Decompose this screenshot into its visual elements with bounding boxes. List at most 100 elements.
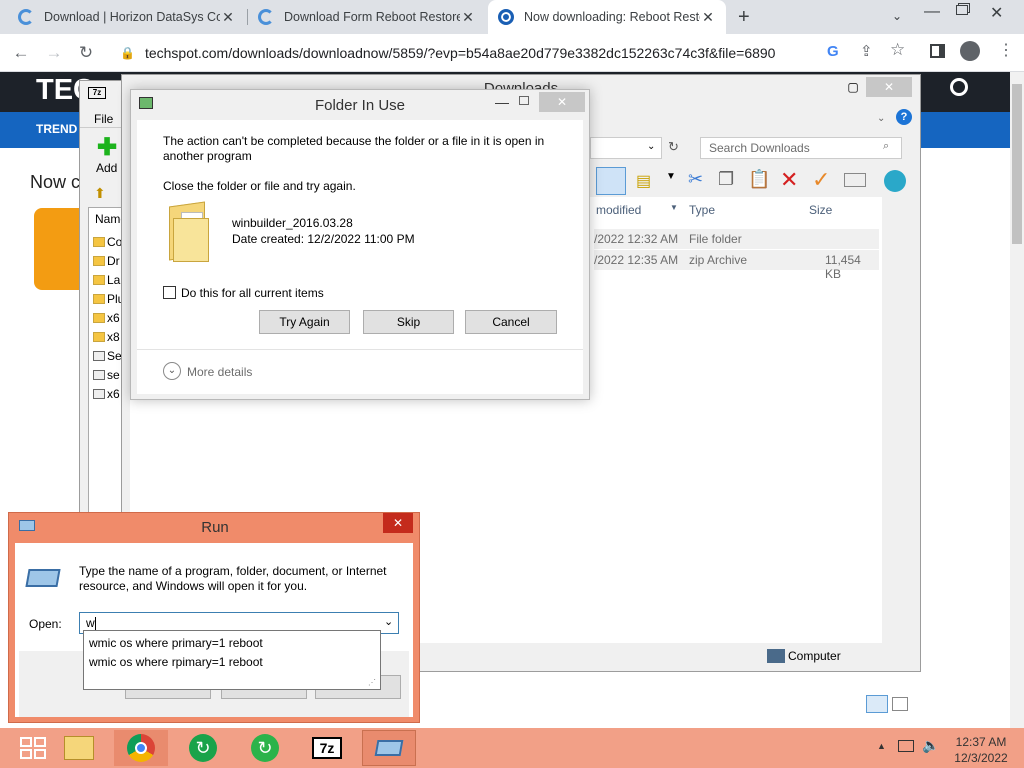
refresh-icon[interactable]: ↻: [668, 139, 679, 155]
do-for-all-label[interactable]: Do this for all current items: [181, 286, 324, 300]
minimize-icon[interactable]: —: [924, 3, 940, 21]
run-taskbar-icon[interactable]: [362, 730, 416, 766]
autocomplete-list[interactable]: wmic os where primary=1 reboot wmic os w…: [83, 630, 381, 690]
chrome-taskbar-icon[interactable]: [114, 730, 168, 766]
file-icon: [93, 350, 105, 361]
item-label: se: [107, 367, 120, 382]
row-type: zip Archive: [689, 253, 748, 267]
profile-avatar-icon[interactable]: [960, 41, 980, 61]
cut-icon[interactable]: ✂: [688, 169, 703, 190]
dialog-maximize-icon[interactable]: [519, 96, 529, 105]
tab-reboot-restore-form[interactable]: Download Form Reboot Restore ✕: [248, 0, 486, 34]
paste-icon[interactable]: 📋: [748, 169, 770, 190]
tab-horizon-download[interactable]: Download | Horizon DataSys Cor ✕: [8, 0, 246, 34]
clock-date: 12/3/2022: [954, 751, 1008, 765]
more-details-link[interactable]: More details: [187, 365, 252, 379]
tab-search-chevron-icon[interactable]: ⌄: [892, 9, 902, 23]
add-plus-icon[interactable]: ✚: [97, 133, 117, 162]
search-downloads-input[interactable]: Search Downloads ⌕: [700, 137, 902, 159]
dialog-minimize-icon[interactable]: —: [495, 94, 509, 110]
do-for-all-checkbox[interactable]: [163, 286, 176, 299]
help-icon[interactable]: ?: [896, 109, 912, 125]
scrollbar-thumb[interactable]: [1012, 84, 1022, 244]
up-folder-icon[interactable]: ⬆: [94, 185, 106, 202]
extract-dropdown-icon[interactable]: ▼: [666, 171, 676, 182]
properties-globe-icon[interactable]: [884, 170, 906, 192]
close-tab-icon[interactable]: ✕: [460, 9, 476, 26]
close-window-icon[interactable]: ✕: [990, 3, 1003, 23]
autocomplete-item[interactable]: wmic os where primary=1 reboot: [89, 636, 263, 650]
sevenzip-taskbar-icon[interactable]: 7z: [300, 730, 354, 766]
run-dialog[interactable]: Run ✕ Type the name of a program, folder…: [8, 512, 420, 723]
file-row-folder[interactable]: /2022 12:32 AM File folder: [594, 229, 879, 249]
address-bar[interactable]: 🔒 techspot.com/downloads/downloadnow/585…: [110, 38, 822, 68]
reload-icon[interactable]: ↻: [75, 42, 97, 64]
restore-icon[interactable]: [956, 5, 968, 15]
volume-icon[interactable]: 🔈: [922, 737, 939, 754]
ribbon-expand-icon[interactable]: ⌄: [877, 113, 885, 124]
file-row-zip[interactable]: /2022 12:35 AM zip Archive 11,454 KB: [594, 250, 879, 281]
column-type[interactable]: Type: [689, 203, 715, 217]
folder-icon: [167, 198, 213, 262]
close-tab-icon[interactable]: ✕: [700, 9, 716, 26]
item-label: Se: [107, 348, 122, 363]
back-arrow-icon[interactable]: ←: [10, 42, 32, 64]
close-tab-icon[interactable]: ✕: [220, 9, 236, 26]
try-again-button[interactable]: Try Again: [259, 310, 350, 334]
side-panel-icon[interactable]: [930, 44, 945, 58]
details-view-icon[interactable]: [866, 695, 888, 713]
chrome-menu-icon[interactable]: ⋮: [998, 40, 1014, 60]
windows-start-icon[interactable]: [20, 737, 48, 759]
skip-button[interactable]: Skip: [363, 310, 454, 334]
delete-icon[interactable]: ✕: [780, 167, 798, 193]
site-search-icon[interactable]: [950, 78, 968, 96]
folder-icon: [93, 255, 105, 266]
page-scrollbar[interactable]: [1010, 72, 1024, 728]
copy-icon[interactable]: ❐: [718, 169, 734, 190]
network-icon[interactable]: [898, 740, 914, 752]
item-label: x8: [107, 329, 120, 344]
item-label: x6: [107, 386, 120, 401]
dialog-close-button[interactable]: ✕: [539, 92, 585, 112]
file-explorer-taskbar-icon[interactable]: [52, 730, 106, 766]
rename-icon[interactable]: [844, 173, 866, 187]
column-date-modified[interactable]: modified: [596, 203, 641, 217]
menu-file[interactable]: File: [94, 112, 113, 126]
show-hidden-icons[interactable]: ▲: [877, 741, 886, 751]
share-icon[interactable]: ⇪: [860, 42, 873, 60]
search-placeholder: Search Downloads: [709, 141, 810, 155]
extract-icon[interactable]: ▤: [636, 171, 651, 191]
computer-icon: [767, 649, 785, 663]
autocomplete-item[interactable]: wmic os where rpimary=1 reboot: [89, 655, 263, 669]
run-description: Type the name of a program, folder, docu…: [79, 564, 387, 593]
tab-now-downloading[interactable]: Now downloading: Reboot Resto ✕: [488, 0, 726, 34]
large-icons-view-icon[interactable]: [892, 697, 908, 711]
bookmark-star-icon[interactable]: ☆: [890, 40, 905, 60]
explorer-close-icon[interactable]: ✕: [866, 77, 912, 97]
resize-grip-icon[interactable]: ⋰: [368, 678, 376, 687]
run-dropdown-icon[interactable]: ⌄: [384, 615, 393, 628]
sort-dropdown-icon[interactable]: ▼: [670, 203, 678, 212]
file-icon: [93, 369, 105, 380]
reboot-restore-rx-taskbar-icon[interactable]: ↻: [238, 730, 292, 766]
column-size[interactable]: Size: [809, 203, 832, 217]
path-dropdown-icon[interactable]: ⌄: [647, 141, 655, 152]
folder-icon: [93, 274, 105, 285]
reboot-restore-taskbar-icon[interactable]: ↻: [176, 730, 230, 766]
folder-icon: [93, 236, 105, 247]
system-clock[interactable]: 12:37 AM 12/3/2022: [950, 734, 1012, 766]
forward-arrow-icon[interactable]: →: [43, 42, 65, 64]
expand-chevron-icon[interactable]: ⌄: [163, 362, 181, 380]
explorer-maximize-icon[interactable]: ▢: [840, 77, 866, 97]
folder-in-use-dialog[interactable]: Folder In Use — ✕ The action can't be co…: [130, 89, 590, 400]
add-button-label[interactable]: Add: [96, 161, 117, 175]
google-lens-icon[interactable]: G: [827, 43, 839, 60]
run-close-button[interactable]: ✕: [383, 513, 413, 533]
cancel-button[interactable]: Cancel: [465, 310, 557, 334]
new-tab-button[interactable]: +: [738, 6, 750, 29]
view-icon[interactable]: [596, 167, 626, 195]
file-name: winbuilder_2016.03.28: [232, 216, 353, 230]
nav-trending-link[interactable]: TREND: [36, 122, 77, 136]
checkmark-icon[interactable]: ✓: [812, 167, 830, 193]
address-path-field[interactable]: ⌄: [590, 137, 662, 159]
